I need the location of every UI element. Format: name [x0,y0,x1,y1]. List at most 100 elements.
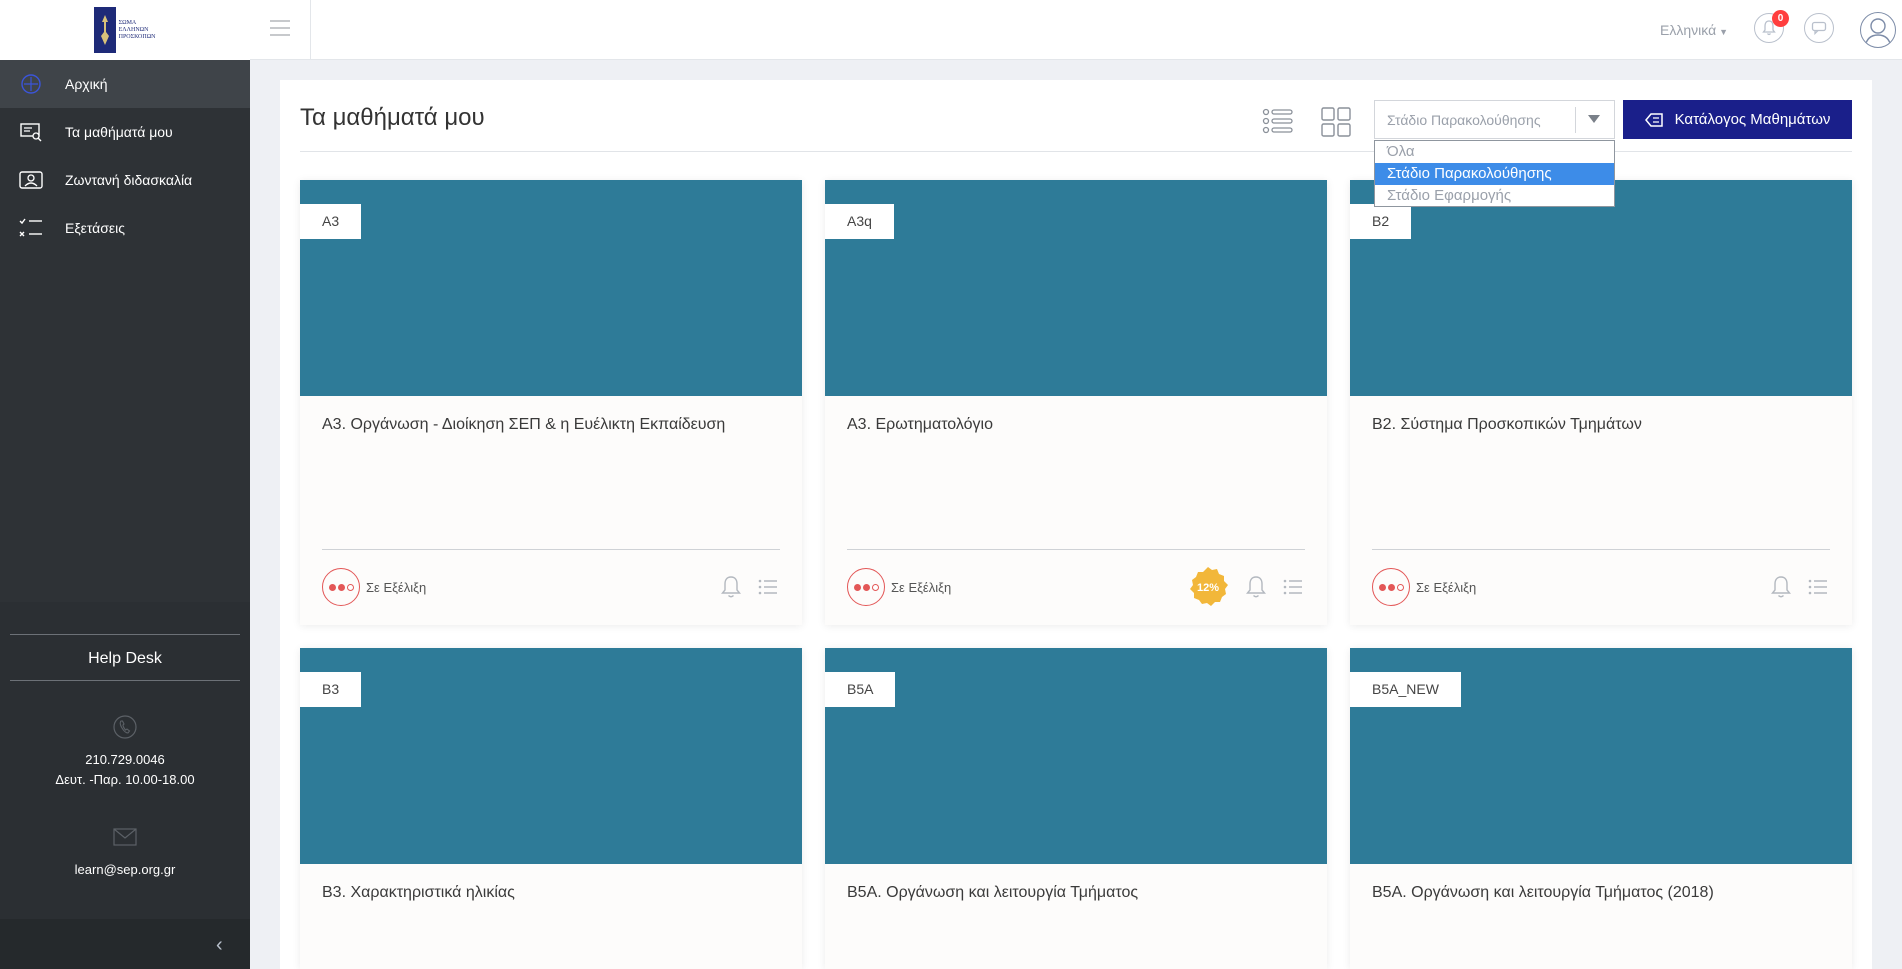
course-card[interactable]: Β3 Β3. Χαρακτηριστικά ηλικίας [300,648,802,969]
main-panel: Τα μαθήματά μου Στάδιο Παρακολούθησης Όλ… [280,80,1872,969]
course-title[interactable]: Β5Α. Οργάνωση και λειτουργία Τμήματος (2… [1372,884,1832,902]
course-card[interactable]: Β5Α_NEW Β5Α. Οργάνωση και λειτουργία Τμή… [1350,648,1852,969]
menu-toggle-icon[interactable] [270,20,290,36]
phone-icon [112,714,138,740]
exams-icon [18,215,44,241]
courses-icon [18,119,44,145]
course-thumbnail[interactable] [300,180,802,396]
sidebar-collapse-button[interactable]: ‹ [0,919,250,969]
catalog-tag-icon [1644,112,1663,127]
bell-icon[interactable] [1245,575,1267,599]
logo-area: ΣΩΜΑ ΕΛΛΗΝΩΝ ΠΡΟΣΚΟΠΩΝ [0,0,250,60]
course-code-badge: Β5Α [825,672,896,707]
notification-count-badge: 0 [1772,10,1789,27]
divider [1372,549,1830,550]
course-code-badge: Α3q [825,204,894,239]
course-title[interactable]: Α3. Ερωτηματολόγιο [847,416,1307,434]
course-status: Σε Εξέλιξη [891,580,952,595]
sidebar-item-live-teaching[interactable]: Ζωντανή διδασκαλία [0,156,250,204]
user-avatar[interactable] [1860,12,1896,48]
sidebar-item-label: Τα μαθήματά μου [65,124,173,140]
progress-value: 12% [1197,582,1219,594]
divider [847,549,1305,550]
in-progress-status-icon [322,568,360,606]
stage-filter-dropdown: Όλα Στάδιο Παρακολούθησης Στάδιο Εφαρμογ… [1374,140,1615,207]
course-title[interactable]: Β2. Σύστημα Προσκοπικών Τμημάτων [1372,416,1832,434]
stage-filter-select[interactable]: Στάδιο Παρακολούθησης [1374,100,1615,139]
sidebar: Αρχική Τα μαθήματά μου Ζωντανή διδασκαλί… [0,60,250,969]
in-progress-status-icon [1372,568,1410,606]
home-icon [18,71,44,97]
status-dot [346,583,354,591]
notifications-button[interactable]: 0 [1754,10,1789,43]
course-contents-icon[interactable] [758,578,778,596]
status-dot [1378,583,1386,591]
help-desk-title: Help Desk [88,650,162,667]
course-code-badge: Α3 [300,204,362,239]
course-contents-icon[interactable] [1283,578,1303,596]
bell-icon[interactable] [1770,575,1792,599]
sidebar-item-label: Εξετάσεις [65,220,126,236]
sidebar-item-exams[interactable]: Εξετάσεις [0,204,250,252]
course-contents-icon[interactable] [1808,578,1828,596]
course-thumbnail[interactable] [1350,180,1852,396]
course-card[interactable]: Α3q Α3. Ερωτηματολόγιο Σε Εξέλιξη 12% [825,180,1327,625]
caret-down-icon [1588,115,1600,123]
bell-icon[interactable] [720,575,742,599]
course-thumbnail[interactable] [825,648,1327,864]
course-code-badge: Β2 [1350,204,1412,239]
filter-option-applying[interactable]: Στάδιο Εφαρμογής [1375,185,1614,207]
page-title: Τα μαθήματά μου [300,104,485,131]
filter-option-watching[interactable]: Στάδιο Παρακολούθησης [1375,163,1614,185]
help-hours: Δευτ. -Παρ. 10.00-18.00 [55,772,195,787]
live-teaching-icon [18,167,44,193]
course-status: Σε Εξέλιξη [1416,580,1477,595]
grid-view-icon[interactable] [1320,106,1352,138]
divider [10,634,240,635]
divider [1575,107,1576,133]
course-catalog-button[interactable]: Κατάλογος Μαθημάτων [1623,100,1852,139]
help-email[interactable]: learn@sep.org.gr [0,862,250,877]
list-view-icon[interactable] [1262,106,1294,138]
sidebar-item-label: Ζωντανή διδασκαλία [65,172,193,188]
divider [322,549,780,550]
divider [300,151,1852,152]
messages-button[interactable] [1804,13,1834,43]
course-catalog-label: Κατάλογος Μαθημάτων [1674,111,1831,128]
help-phone: 210.729.0046 [85,752,165,767]
help-desk-panel: Help Desk 210.729.0046 Δευτ. -Παρ. 10.00… [0,602,250,919]
logo-text: ΣΩΜΑ ΕΛΛΗΝΩΝ ΠΡΟΣΚΟΠΩΝ [118,19,156,40]
chevron-down-icon: ▼ [1719,27,1729,37]
language-selector[interactable]: Ελληνικά ▼ [1660,22,1728,38]
sidebar-item-home[interactable]: Αρχική [0,60,250,108]
course-thumbnail[interactable] [300,648,802,864]
course-code-badge: Β3 [300,672,362,707]
status-dot [337,583,345,591]
progress-badge: 12% [1190,567,1228,606]
top-bar: ΣΩΜΑ ΕΛΛΗΝΩΝ ΠΡΟΣΚΟΠΩΝ Ελληνικά ▼ 0 [0,0,1902,60]
filter-option-all[interactable]: Όλα [1375,141,1614,163]
status-dot [1387,583,1395,591]
course-thumbnail[interactable] [825,180,1327,396]
status-dot [853,583,861,591]
scout-emblem-icon [94,7,116,53]
course-title[interactable]: Α3. Οργάνωση - Διοίκηση ΣΕΠ & η Ευέλικτη… [322,416,782,434]
course-title[interactable]: Β5Α. Οργάνωση και λειτουργία Τμήματος [847,884,1307,902]
in-progress-status-icon [847,568,885,606]
sidebar-item-my-courses[interactable]: Τα μαθήματά μου [0,108,250,156]
course-card[interactable]: Β5Α Β5Α. Οργάνωση και λειτουργία Τμήματο… [825,648,1327,969]
status-dot [1396,583,1404,591]
language-label: Ελληνικά [1660,22,1717,38]
course-status: Σε Εξέλιξη [366,580,427,595]
user-icon [1864,18,1892,47]
course-card[interactable]: Α3 Α3. Οργάνωση - Διοίκηση ΣΕΠ & η Ευέλι… [300,180,802,625]
status-dot [862,583,870,591]
logo[interactable]: ΣΩΜΑ ΕΛΛΗΝΩΝ ΠΡΟΣΚΟΠΩΝ [94,6,156,54]
course-title[interactable]: Β3. Χαρακτηριστικά ηλικίας [322,884,782,902]
chevron-left-icon: ‹ [216,934,223,956]
sidebar-item-label: Αρχική [65,76,108,92]
course-card[interactable]: Β2 Β2. Σύστημα Προσκοπικών Τμημάτων Σε Ε… [1350,180,1852,625]
divider [10,680,240,681]
chat-icon [1811,21,1827,35]
stage-filter-value: Στάδιο Παρακολούθησης [1387,112,1541,128]
